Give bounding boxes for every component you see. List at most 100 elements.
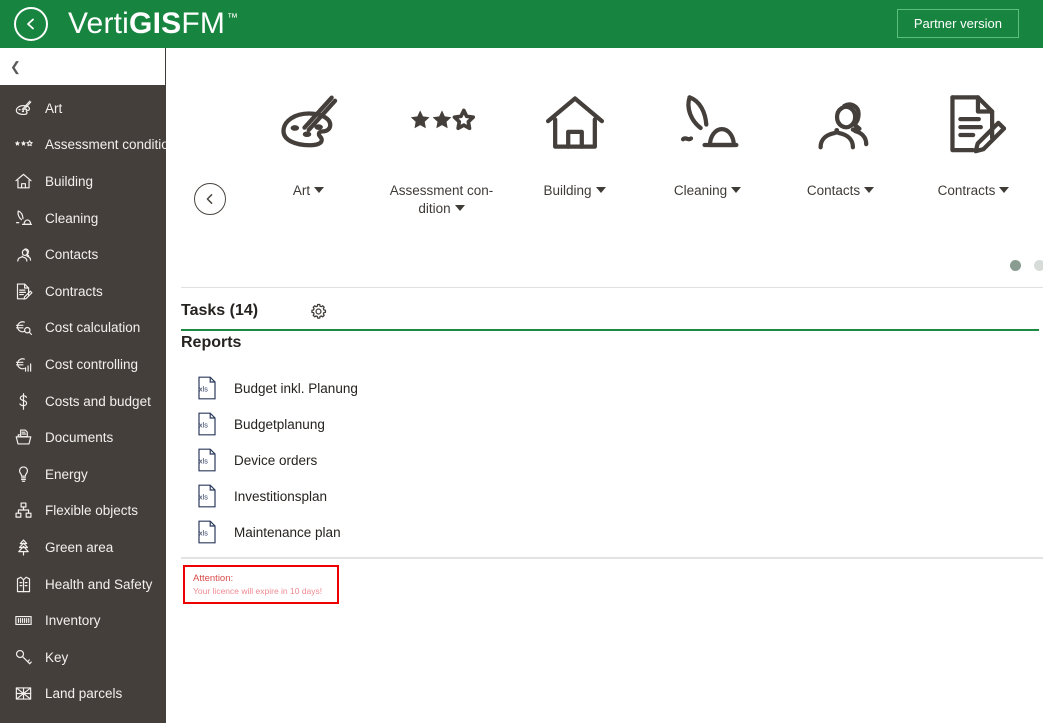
brand-prefix: Verti bbox=[68, 7, 130, 40]
sidebar-item-label: Cost calculation bbox=[45, 320, 141, 336]
carousel-tile-assessment-con-dition[interactable]: Assessment con-dition bbox=[375, 76, 508, 218]
hierarchy-icon bbox=[10, 500, 36, 522]
carousel-tile-contracts[interactable]: Contracts bbox=[907, 76, 1040, 218]
xls-file-icon: xls bbox=[198, 520, 216, 544]
vacuum-icon bbox=[674, 76, 742, 172]
land-parcel-icon bbox=[10, 683, 36, 705]
sidebar-item-label: Contracts bbox=[45, 283, 103, 299]
sidebar-item-contracts[interactable]: Contracts bbox=[0, 273, 166, 310]
chevron-left-icon bbox=[206, 194, 213, 204]
carousel-dot-2[interactable] bbox=[1034, 260, 1043, 271]
palette-icon bbox=[275, 76, 343, 172]
partner-version-button[interactable]: Partner version bbox=[896, 9, 1019, 38]
carousel-prev-button[interactable] bbox=[194, 183, 226, 215]
key-icon bbox=[15, 649, 32, 664]
carousel-tile-label: Assessment con-dition bbox=[390, 182, 494, 218]
xls-file-icon: xls bbox=[198, 484, 216, 508]
content-divider-top bbox=[181, 287, 1043, 288]
safety-vest-icon bbox=[16, 576, 30, 592]
svg-text:xls: xls bbox=[199, 456, 208, 465]
sidebar-nav: Art Assessment condition Building Cleaning C… bbox=[0, 85, 166, 723]
sidebar-item-documents[interactable]: Documents bbox=[0, 419, 166, 456]
vacuum-icon bbox=[10, 207, 36, 229]
sidebar-item-cost-controlling[interactable]: Cost controlling bbox=[0, 346, 166, 383]
stars-icon bbox=[410, 108, 475, 131]
key-icon bbox=[10, 646, 36, 668]
carousel-dot-1[interactable] bbox=[1010, 260, 1021, 271]
back-button[interactable] bbox=[14, 7, 48, 41]
carousel-tile-label: Contacts bbox=[806, 182, 875, 200]
home-icon bbox=[10, 170, 36, 192]
report-item[interactable]: xls Budgetplanung bbox=[181, 406, 781, 442]
sidebar-item-art[interactable]: Art bbox=[0, 90, 166, 127]
tasks-settings-button[interactable] bbox=[306, 299, 330, 323]
dollar-icon bbox=[10, 390, 36, 412]
chevron-down-icon[interactable] bbox=[864, 187, 875, 193]
tree-icon bbox=[17, 539, 29, 556]
svg-text:xls: xls bbox=[199, 384, 208, 393]
palette-icon bbox=[10, 97, 36, 119]
sidebar-item-building[interactable]: Building bbox=[0, 163, 166, 200]
sidebar-item-key[interactable]: Key bbox=[0, 639, 166, 676]
sidebar-item-flexible-objects[interactable]: Flexible objects bbox=[0, 493, 166, 530]
report-label: Maintenance plan bbox=[234, 524, 341, 540]
brand-trademark: ™ bbox=[227, 12, 239, 24]
sidebar-item-land-parcels[interactable]: Land parcels bbox=[0, 676, 166, 713]
tasks-title: Tasks (14) bbox=[181, 302, 259, 319]
chevron-down-icon[interactable] bbox=[999, 187, 1010, 193]
sidebar-item-health-and-safety[interactable]: Health and Safety bbox=[0, 566, 166, 603]
brand-bold: GIS bbox=[129, 7, 182, 40]
carousel-tile-label: Art bbox=[292, 182, 325, 200]
sidebar-item-label: Art bbox=[45, 100, 63, 116]
sidebar-item-cost-calculation[interactable]: Cost calculation bbox=[0, 310, 166, 347]
sidebar-item-inventory[interactable]: Inventory bbox=[0, 602, 166, 639]
chevron-down-icon[interactable] bbox=[595, 187, 606, 193]
report-label: Device orders bbox=[234, 452, 318, 468]
sidebar-item-cleaning[interactable]: Cleaning bbox=[0, 200, 166, 237]
sidebar-collapse-button[interactable]: ❮ bbox=[10, 60, 21, 73]
stars-icon bbox=[14, 140, 33, 147]
carousel-tile-label-line: Contracts bbox=[937, 183, 996, 198]
carousel-tile-art[interactable]: Art bbox=[242, 76, 375, 218]
sidebar-item-costs-and-budget[interactable]: Costs and budget bbox=[0, 383, 166, 420]
carousel-tile-label-line: Contacts bbox=[806, 183, 861, 198]
document-pencil-icon bbox=[940, 76, 1008, 172]
report-item[interactable]: xls Investitionsplan bbox=[181, 478, 781, 514]
sidebar-item-label: Green area bbox=[45, 539, 114, 555]
documents-icon bbox=[15, 429, 31, 445]
sidebar-item-label: Land parcels bbox=[45, 686, 123, 702]
inventory-icon bbox=[10, 610, 36, 632]
palette-icon bbox=[280, 95, 337, 148]
report-label: Budgetplanung bbox=[234, 416, 325, 432]
sidebar-item-green-area[interactable]: Green area bbox=[0, 529, 166, 566]
main-content: Art Assessment con-dition Building Cleaning… bbox=[166, 48, 1043, 723]
carousel-tile-label-line: Cleaning bbox=[673, 183, 728, 198]
home-icon bbox=[545, 96, 604, 149]
sidebar-item-energy[interactable]: Energy bbox=[0, 456, 166, 493]
report-item[interactable]: xls Maintenance plan bbox=[181, 514, 781, 550]
carousel-tile-label-line: Building bbox=[543, 183, 592, 198]
chevron-down-icon[interactable] bbox=[454, 205, 465, 211]
sidebar-collapse-bar: ❮ bbox=[0, 48, 166, 85]
report-item[interactable]: xls Device orders bbox=[181, 442, 781, 478]
sidebar-item-label: Building bbox=[45, 173, 94, 189]
lightbulb-icon bbox=[10, 463, 36, 485]
carousel-tile-contacts[interactable]: Contacts bbox=[774, 76, 907, 218]
carousel-tile-building[interactable]: Building bbox=[508, 76, 641, 218]
vacuum-icon bbox=[15, 210, 32, 225]
xls-file-icon: xls bbox=[196, 411, 218, 437]
sidebar-item-label: Costs and budget bbox=[45, 393, 151, 409]
euro-magnifier-icon bbox=[15, 321, 32, 336]
carousel-tile-label-line: Art bbox=[292, 183, 311, 198]
tasks-header: Tasks (14) bbox=[181, 293, 1039, 331]
report-item[interactable]: xls Budget inkl. Planung bbox=[181, 370, 781, 406]
dollar-icon bbox=[18, 392, 27, 410]
sidebar-item-contacts[interactable]: Contacts bbox=[0, 236, 166, 273]
chevron-down-icon[interactable] bbox=[731, 187, 742, 193]
brand-suffix: FM bbox=[181, 7, 226, 40]
carousel-tile-cleaning[interactable]: Cleaning bbox=[641, 76, 774, 218]
chevron-down-icon[interactable] bbox=[314, 187, 325, 193]
document-pencil-icon bbox=[10, 280, 36, 302]
carousel-tiles: Art Assessment con-dition Building Cleaning… bbox=[242, 76, 1040, 218]
sidebar-item-assessment-condition[interactable]: Assessment condition bbox=[0, 127, 166, 164]
